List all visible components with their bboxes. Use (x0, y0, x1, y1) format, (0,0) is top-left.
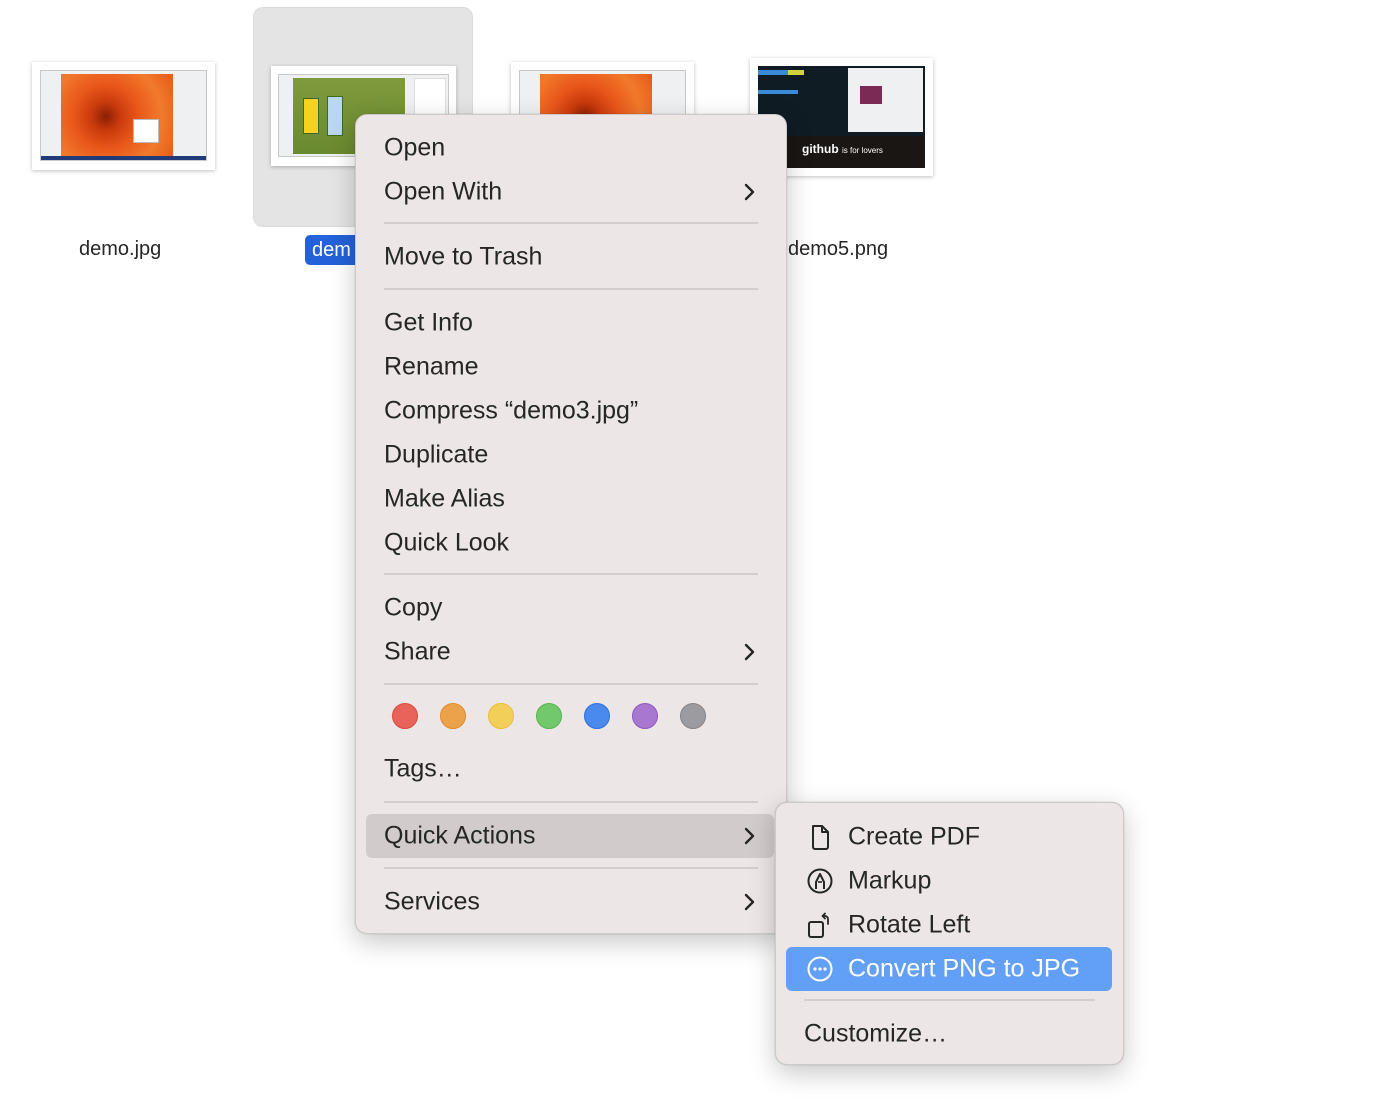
menu-item-label: Rename (384, 352, 479, 381)
file-name[interactable]: demo5.png (788, 238, 888, 261)
context-menu: Open Open With Move to Trash Get Info Re… (355, 114, 787, 934)
menu-item-copy[interactable]: Copy (366, 586, 774, 630)
menu-separator (384, 288, 758, 290)
menu-item-label: Tags… (384, 754, 462, 783)
menu-item-label: Get Info (384, 308, 473, 337)
menu-item-services[interactable]: Services (366, 880, 774, 924)
menu-separator (384, 867, 758, 869)
menu-item-compress[interactable]: Compress “demo3.jpg” (366, 389, 774, 433)
menu-item-label: Quick Actions (384, 821, 536, 850)
menu-item-tags[interactable]: Tags… (366, 747, 774, 791)
tag-red[interactable] (392, 703, 418, 729)
submenu-item-markup[interactable]: Markup (786, 859, 1112, 903)
menu-item-label: Compress “demo3.jpg” (384, 396, 639, 425)
submenu-item-label: Convert PNG to JPG (848, 954, 1081, 983)
menu-item-label: Share (384, 637, 451, 666)
tag-gray[interactable] (680, 703, 706, 729)
tag-purple[interactable] (632, 703, 658, 729)
menu-separator (384, 683, 758, 685)
tag-green[interactable] (536, 703, 562, 729)
menu-separator (384, 222, 758, 224)
tag-orange[interactable] (440, 703, 466, 729)
menu-item-label: Open With (384, 177, 503, 206)
menu-item-move-to-trash[interactable]: Move to Trash (366, 235, 774, 279)
submenu-item-create-pdf[interactable]: Create PDF (786, 815, 1112, 859)
document-icon (812, 825, 829, 850)
submenu-item-label: Markup (848, 866, 932, 895)
menu-item-quick-look[interactable]: Quick Look (366, 521, 774, 565)
menu-item-open[interactable]: Open (366, 126, 774, 170)
file-thumbnail (32, 62, 215, 170)
menu-separator (384, 573, 758, 575)
menu-item-label: Make Alias (384, 484, 505, 513)
submenu-item-label: Rotate Left (848, 910, 971, 939)
tag-yellow[interactable] (488, 703, 514, 729)
menu-item-share[interactable]: Share (366, 630, 774, 674)
menu-item-get-info[interactable]: Get Info (366, 301, 774, 345)
menu-item-make-alias[interactable]: Make Alias (366, 477, 774, 521)
file-name[interactable]: demo.jpg (79, 238, 161, 261)
thumbnail-caption-suffix: is for lovers (842, 146, 883, 155)
submenu-item-label: Customize… (804, 1019, 948, 1048)
tag-blue[interactable] (584, 703, 610, 729)
menu-separator (804, 999, 1095, 1001)
ellipsis-circle-icon (807, 956, 833, 982)
menu-item-label: Services (384, 887, 480, 916)
submenu-item-rotate-left[interactable]: Rotate Left (786, 903, 1112, 947)
menu-item-label: Copy (384, 593, 443, 622)
chevron-right-icon (744, 183, 755, 201)
menu-item-label: Quick Look (384, 528, 510, 557)
menu-item-label: Open (384, 133, 446, 162)
menu-item-label: Duplicate (384, 440, 489, 469)
chevron-right-icon (744, 643, 755, 661)
submenu-item-convert-png-to-jpg[interactable]: Convert PNG to JPG (786, 947, 1112, 991)
menu-item-rename[interactable]: Rename (366, 345, 774, 389)
submenu-item-label: Create PDF (848, 822, 980, 851)
flower-image (61, 74, 173, 159)
chevron-right-icon (744, 827, 755, 845)
chevron-right-icon (744, 893, 755, 911)
submenu-item-customize[interactable]: Customize… (786, 1012, 1112, 1056)
menu-separator (384, 801, 758, 803)
rotate-left-icon (808, 912, 829, 938)
menu-item-open-with[interactable]: Open With (366, 170, 774, 214)
quick-actions-submenu: Create PDF Markup Rotate Left Convert PN… (775, 802, 1124, 1065)
thumbnail-caption: github (802, 142, 839, 156)
menu-item-label: Move to Trash (384, 242, 543, 271)
menu-item-duplicate[interactable]: Duplicate (366, 433, 774, 477)
markup-pen-icon (807, 868, 833, 894)
menu-item-quick-actions[interactable]: Quick Actions (366, 814, 774, 858)
